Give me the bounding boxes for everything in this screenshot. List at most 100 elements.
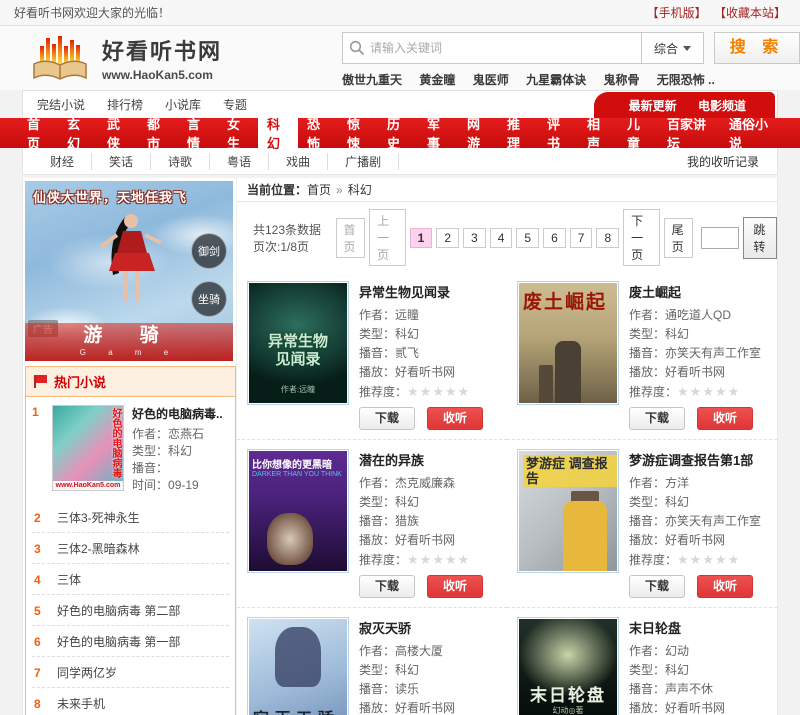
listen-button[interactable]: 收听: [697, 407, 753, 430]
subnav-yueyu[interactable]: 粤语: [210, 153, 269, 170]
tab-yanqing[interactable]: 言情: [178, 118, 218, 148]
book-cover[interactable]: 比你想像的更黑暗 DARKER THAN YOU THINK: [247, 449, 349, 573]
tab-home[interactable]: 首页: [18, 118, 58, 148]
tab-xuanhuan[interactable]: 玄幻: [58, 118, 98, 148]
page-number[interactable]: 3: [463, 228, 486, 248]
hot-item-link[interactable]: 未来手机: [57, 695, 105, 712]
nav-ranking[interactable]: 排行榜: [107, 96, 143, 113]
page-jump-input[interactable]: [701, 227, 739, 249]
list-item: 8未来手机: [32, 688, 229, 715]
listening-history-link[interactable]: 我的收听记录: [687, 153, 767, 170]
subnav-guangboju[interactable]: 广播剧: [328, 153, 399, 170]
page-prev-button[interactable]: 上一页: [369, 209, 406, 266]
breadcrumb-home-link[interactable]: 首页: [307, 183, 331, 197]
tab-ertong[interactable]: 儿童: [618, 118, 658, 148]
tab-dushi[interactable]: 都市: [138, 118, 178, 148]
tab-xiangsheng[interactable]: 相声: [578, 118, 618, 148]
listen-button[interactable]: 收听: [427, 575, 483, 598]
search-button[interactable]: 搜 索: [714, 32, 800, 64]
page-number[interactable]: 7: [570, 228, 593, 248]
page-number[interactable]: 6: [543, 228, 566, 248]
list-item: 2三体3-死神永生: [32, 502, 229, 533]
tab-kongbu[interactable]: 恐怖: [298, 118, 338, 148]
hot-keyword-link[interactable]: 傲世九重天: [342, 73, 402, 87]
bookmark-site-link[interactable]: 【收藏本站】: [714, 6, 786, 20]
page-number[interactable]: 5: [516, 228, 539, 248]
hot-item-link[interactable]: 三体2-黑暗森林: [57, 540, 140, 557]
subnav-caijing[interactable]: 财经: [33, 153, 92, 170]
ad-badge-yujian[interactable]: 御剑: [191, 233, 227, 269]
page-jump-button[interactable]: 跳转: [743, 217, 777, 259]
tab-jingsong[interactable]: 惊悚: [338, 118, 378, 148]
download-button[interactable]: 下载: [359, 407, 415, 430]
tab-tuili[interactable]: 推理: [498, 118, 538, 148]
page-number-current[interactable]: 1: [410, 228, 433, 248]
listen-button[interactable]: 收听: [427, 407, 483, 430]
chevron-down-icon: [683, 46, 691, 51]
site-url: www.HaoKan5.com: [102, 68, 222, 82]
page-number[interactable]: 8: [596, 228, 619, 248]
listen-button[interactable]: 收听: [697, 575, 753, 598]
site-logo[interactable]: 好看听书网 www.HaoKan5.com: [30, 32, 342, 84]
ad-badge-zuoqi[interactable]: 坐骑: [191, 281, 227, 317]
subnav-xiqu[interactable]: 戏曲: [269, 153, 328, 170]
hot-featured-item: 1 好色的电脑病毒 www.HaoKan5.com 好色的电脑病毒.. 作者：恋…: [26, 397, 235, 502]
hot-keyword-link[interactable]: 鬼医师: [473, 73, 509, 87]
hot-keyword-link[interactable]: 黄金瞳: [419, 73, 455, 87]
book-title-link[interactable]: 梦游症调查报告第1部: [629, 450, 771, 469]
latest-updates-link[interactable]: 最新更新: [629, 99, 677, 113]
tab-junshi[interactable]: 军事: [418, 118, 458, 148]
tab-baijiajiangtan[interactable]: 百家讲坛: [658, 118, 720, 148]
hot-featured-cover[interactable]: 好色的电脑病毒 www.HaoKan5.com: [52, 405, 124, 491]
book-cover[interactable]: 异常生物见闻录 作者:远瞳: [247, 281, 349, 405]
site-logo-icon: [30, 32, 92, 84]
list-item: 4三体: [32, 564, 229, 595]
book-cover[interactable]: 末日轮盘 幻动◎著: [517, 617, 619, 715]
tab-pingshu[interactable]: 评书: [538, 118, 578, 148]
nav-novel-library[interactable]: 小说库: [165, 96, 201, 113]
search-category-select[interactable]: 综合: [642, 32, 704, 64]
download-button[interactable]: 下载: [359, 575, 415, 598]
tab-lishi[interactable]: 历史: [378, 118, 418, 148]
hot-item-link[interactable]: 三体3-死神永生: [57, 509, 140, 526]
hot-item-link[interactable]: 同学两亿岁: [57, 664, 117, 681]
hot-item-link[interactable]: 好色的电脑病毒 第二部: [57, 602, 180, 619]
book-cover[interactable]: 寂 灭 天 骄: [247, 617, 349, 715]
search-input[interactable]: [370, 41, 635, 55]
tab-wuxia[interactable]: 武侠: [98, 118, 138, 148]
tab-tongsuxiaoshuo[interactable]: 通俗小说: [720, 118, 782, 148]
book-title-link[interactable]: 废土崛起: [629, 282, 771, 301]
hot-item-link[interactable]: 三体: [57, 571, 81, 588]
page-number[interactable]: 4: [490, 228, 513, 248]
page-next-button[interactable]: 下一页: [623, 209, 660, 266]
page-number[interactable]: 2: [436, 228, 459, 248]
page-last-button[interactable]: 尾页: [664, 218, 694, 258]
hot-item-link[interactable]: 好色的电脑病毒 第一部: [57, 633, 180, 650]
download-button[interactable]: 下载: [629, 407, 685, 430]
subnav-xiaohua[interactable]: 笑话: [92, 153, 151, 170]
mobile-version-link[interactable]: 【手机版】: [647, 6, 707, 20]
book-title-link[interactable]: 寂灭天骄: [359, 618, 501, 637]
movie-channel-link[interactable]: 电影频道: [698, 99, 746, 113]
nav-finished-novels[interactable]: 完结小说: [37, 96, 85, 113]
tab-wangyou[interactable]: 网游: [458, 118, 498, 148]
book-title-link[interactable]: 异常生物见闻录: [359, 282, 501, 301]
tab-kehuan-active[interactable]: 科幻: [258, 118, 298, 148]
page-first-button[interactable]: 首页: [336, 218, 366, 258]
book-cover[interactable]: 废土崛起: [517, 281, 619, 405]
book-card: 比你想像的更黑暗 DARKER THAN YOU THINK 潜在的异族 作者：…: [237, 440, 507, 608]
book-title-link[interactable]: 潜在的异族: [359, 450, 501, 469]
hot-keyword-link[interactable]: 无限恐怖 ..: [657, 73, 715, 87]
nav-topics[interactable]: 专题: [223, 96, 247, 113]
game-ad-banner[interactable]: 仙侠大世界，天地任我飞 御剑 坐骑 广告 游 骑 G a m e: [25, 181, 233, 361]
subnav-shige[interactable]: 诗歌: [151, 153, 210, 170]
hot-keyword-link[interactable]: 鬼称骨: [603, 73, 639, 87]
ad-bottom-banner[interactable]: 游 骑 G a m e: [25, 323, 233, 361]
welcome-message: 好看听书网欢迎大家的光临！: [14, 4, 170, 21]
tab-nvsheng[interactable]: 女生: [218, 118, 258, 148]
book-title-link[interactable]: 末日轮盘: [629, 618, 771, 637]
hot-featured-title[interactable]: 好色的电脑病毒..: [132, 405, 223, 422]
book-cover[interactable]: 梦游症 调查报告: [517, 449, 619, 573]
download-button[interactable]: 下载: [629, 575, 685, 598]
hot-keyword-link[interactable]: 九星霸体诀: [526, 73, 586, 87]
